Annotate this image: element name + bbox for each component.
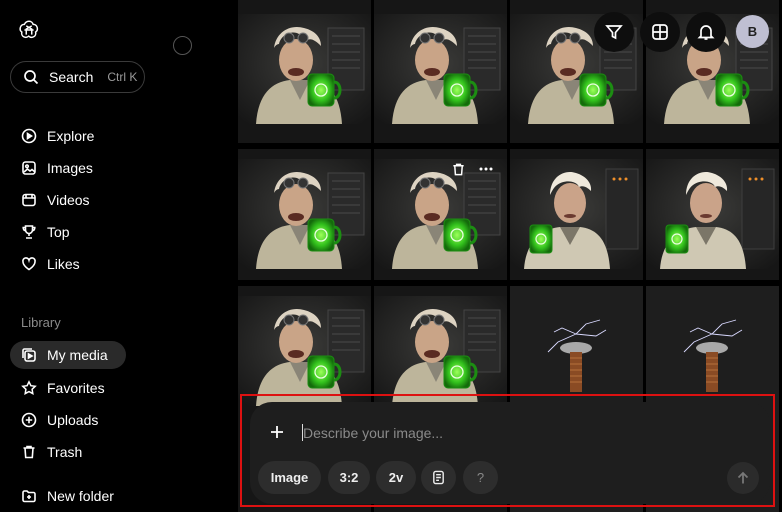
media-thumbnail bbox=[646, 149, 779, 280]
media-tile[interactable] bbox=[646, 149, 779, 280]
explore-icon bbox=[20, 127, 38, 145]
nav-explore-label: Explore bbox=[47, 128, 95, 144]
library-heading: Library bbox=[21, 315, 61, 330]
submit-button[interactable] bbox=[727, 462, 759, 494]
video-icon bbox=[20, 191, 38, 209]
nav-videos-label: Videos bbox=[47, 192, 90, 208]
media-thumbnail bbox=[238, 149, 371, 280]
heart-icon bbox=[20, 255, 38, 273]
nav-trash[interactable]: Trash bbox=[10, 438, 200, 466]
nav-videos[interactable]: Videos bbox=[10, 186, 200, 214]
presets-button[interactable] bbox=[421, 461, 456, 494]
nav-top-label: Top bbox=[47, 224, 70, 240]
media-tile[interactable] bbox=[238, 0, 371, 143]
image-icon bbox=[20, 159, 38, 177]
new-folder-button[interactable]: New folder bbox=[10, 482, 200, 510]
help-button[interactable]: ? bbox=[463, 461, 498, 494]
aspect-ratio-button[interactable]: 3:2 bbox=[328, 461, 370, 494]
upload-icon bbox=[20, 411, 38, 429]
plus-icon bbox=[271, 426, 283, 438]
new-folder-label: New folder bbox=[47, 488, 114, 504]
document-icon bbox=[433, 470, 444, 485]
avatar[interactable]: B bbox=[736, 15, 769, 48]
nav-top[interactable]: Top bbox=[10, 218, 200, 246]
media-thumbnail bbox=[374, 0, 507, 143]
filter-icon bbox=[605, 25, 623, 40]
trophy-icon bbox=[20, 223, 38, 241]
search-shortcut: Ctrl K bbox=[107, 70, 138, 84]
nav-images[interactable]: Images bbox=[10, 154, 200, 182]
nav-uploads[interactable]: Uploads bbox=[10, 406, 200, 434]
bell-icon bbox=[697, 25, 715, 40]
nav-explore[interactable]: Explore bbox=[10, 122, 200, 150]
mode-image-button[interactable]: Image bbox=[258, 461, 321, 494]
nav-my-media-label: My media bbox=[47, 347, 108, 363]
nav-favorites-label: Favorites bbox=[47, 380, 105, 396]
prompt-input[interactable] bbox=[303, 424, 733, 442]
openai-logo-icon[interactable] bbox=[18, 19, 40, 41]
nav-favorites[interactable]: Favorites bbox=[10, 374, 200, 402]
search-label: Search bbox=[49, 69, 94, 85]
more-options-icon[interactable] bbox=[477, 160, 495, 178]
media-thumbnail bbox=[510, 149, 643, 280]
nav-images-label: Images bbox=[47, 160, 93, 176]
trash-icon bbox=[20, 443, 38, 461]
prompt-composer bbox=[250, 402, 770, 504]
media-tile[interactable] bbox=[374, 0, 507, 143]
media-icon bbox=[20, 346, 38, 364]
nav-uploads-label: Uploads bbox=[47, 412, 99, 428]
grid-view-button[interactable] bbox=[640, 12, 680, 52]
search-button[interactable]: Search Ctrl K bbox=[10, 61, 145, 93]
search-icon bbox=[24, 70, 39, 85]
attach-button[interactable] bbox=[268, 423, 286, 441]
arrow-up-icon bbox=[737, 471, 749, 484]
grid-icon bbox=[652, 24, 668, 40]
delete-icon[interactable] bbox=[449, 160, 467, 178]
star-icon bbox=[20, 379, 38, 397]
media-thumbnail bbox=[238, 0, 371, 143]
sidebar: Search Ctrl K Explore Images Videos Top … bbox=[0, 0, 236, 512]
filter-button[interactable] bbox=[594, 12, 634, 52]
new-folder-icon bbox=[20, 487, 38, 505]
media-tile[interactable] bbox=[510, 149, 643, 280]
notifications-button[interactable] bbox=[686, 12, 726, 52]
nav-likes[interactable]: Likes bbox=[10, 250, 200, 278]
nav-likes-label: Likes bbox=[47, 256, 80, 272]
nav-my-media[interactable]: My media bbox=[10, 341, 126, 369]
loading-spinner-icon bbox=[173, 36, 192, 55]
media-tile[interactable] bbox=[238, 149, 371, 280]
variation-count-button[interactable]: 2v bbox=[376, 461, 416, 494]
nav-trash-label: Trash bbox=[47, 444, 83, 460]
